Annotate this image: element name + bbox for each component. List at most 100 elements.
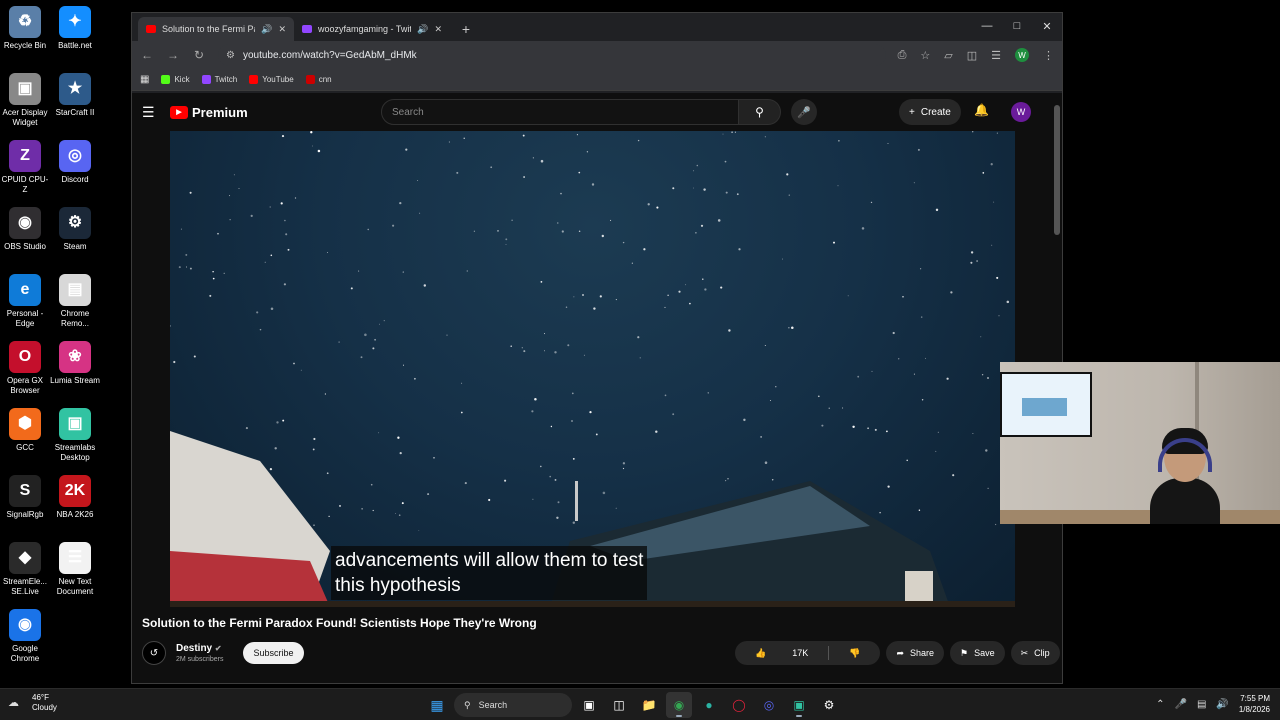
- create-button[interactable]: + Create: [899, 99, 961, 125]
- app-icon: 2K: [59, 475, 91, 507]
- task-view-button[interactable]: ▣: [576, 692, 602, 718]
- share-button[interactable]: ➦ Share: [886, 641, 945, 665]
- desktop-icon-signalrgb[interactable]: S SignalRgb: [0, 475, 50, 520]
- scrollbar-thumb[interactable]: [1054, 105, 1060, 235]
- desktop-icon-gcc[interactable]: ⬢ GCC: [0, 408, 50, 453]
- streamlabs-taskbar-button[interactable]: ▣: [786, 692, 812, 718]
- forward-arrow-icon[interactable]: →: [166, 48, 180, 62]
- media-control-icon[interactable]: ☰: [991, 49, 1001, 62]
- tab-twitch[interactable]: woozyfamgaming - Twitch 🔊 ✕: [294, 17, 450, 41]
- search-input[interactable]: Search: [381, 99, 739, 125]
- star: [539, 465, 542, 468]
- maximize-icon[interactable]: □: [1002, 13, 1032, 39]
- star: [952, 474, 955, 477]
- desktop-icon-battle-net[interactable]: ✦ Battle.net: [50, 6, 100, 51]
- network-icon[interactable]: ▤: [1197, 699, 1206, 710]
- voice-search-button[interactable]: 🎤: [791, 99, 817, 125]
- star: [913, 182, 915, 184]
- close-tab-icon[interactable]: ✕: [434, 24, 442, 35]
- site-info-icon[interactable]: ⚙: [226, 50, 235, 61]
- speaker-icon[interactable]: 🔊: [261, 24, 272, 35]
- channel-name[interactable]: Destiny ✔: [176, 643, 223, 654]
- app-icon: ★: [59, 73, 91, 105]
- close-window-icon[interactable]: ✕: [1032, 13, 1062, 39]
- tab-youtube[interactable]: Solution to the Fermi Parad 🔊 ✕: [138, 17, 294, 41]
- search-button[interactable]: ⚲: [739, 99, 781, 125]
- star: [996, 132, 998, 134]
- desktop-icon-new-text-document[interactable]: ☰ New Text Document: [50, 542, 100, 597]
- weather-widget[interactable]: ☁ 46°F Cloudy: [8, 693, 57, 713]
- star: [578, 230, 581, 233]
- file-explorer-button[interactable]: 📁: [636, 692, 662, 718]
- back-arrow-icon[interactable]: ←: [140, 48, 154, 62]
- plus-icon: +: [909, 106, 915, 118]
- desktop-icon-google-chrome[interactable]: ◉ Google Chrome: [0, 609, 50, 664]
- star: [550, 425, 553, 428]
- taskbar-search[interactable]: ⚲ Search: [454, 693, 572, 717]
- obs-taskbar-button[interactable]: ⚙: [816, 692, 842, 718]
- show-hidden-icons-chevron-icon[interactable]: ⌃: [1156, 699, 1164, 710]
- desktop-icon-label: NBA 2K26: [56, 510, 94, 519]
- desktop-icon-personal-edge[interactable]: e Personal - Edge: [0, 274, 50, 329]
- edge-taskbar-button[interactable]: ●: [696, 692, 722, 718]
- star: [622, 467, 625, 470]
- star: [672, 187, 675, 190]
- floor: [1000, 510, 1280, 524]
- star: [523, 176, 526, 178]
- bookmark-kick[interactable]: Kick: [161, 75, 190, 84]
- like-button[interactable]: 👍 17K: [735, 641, 828, 665]
- bookmark-star-icon[interactable]: ☆: [920, 49, 930, 62]
- subscribe-button[interactable]: Subscribe: [243, 642, 304, 664]
- dislike-button[interactable]: 👎: [829, 641, 880, 665]
- star: [722, 133, 724, 135]
- widgets-button[interactable]: ◫: [606, 692, 632, 718]
- menu-kebab-icon[interactable]: ⋮: [1043, 49, 1054, 62]
- clip-button[interactable]: ✂ Clip: [1010, 641, 1060, 665]
- bookmark-twitch[interactable]: Twitch: [201, 75, 237, 84]
- hamburger-menu-icon[interactable]: ☰: [142, 104, 170, 121]
- desktop-icon-steam[interactable]: ⚙ Steam: [50, 207, 100, 252]
- speaker-icon[interactable]: 🔊: [417, 24, 428, 35]
- desktop-icon-nba-2k26[interactable]: 2K NBA 2K26: [50, 475, 100, 520]
- search-placeholder: Search: [392, 106, 424, 118]
- youtube-logo[interactable]: ▶ Premium: [170, 105, 248, 120]
- start-button[interactable]: ▦: [424, 692, 450, 718]
- notifications-bell-icon[interactable]: 🔔: [974, 103, 989, 117]
- desktop-icon-acer-display-widget[interactable]: ▣ Acer Display Widget: [0, 73, 50, 128]
- close-tab-icon[interactable]: ✕: [278, 24, 286, 35]
- chrome-taskbar-button[interactable]: ◉: [666, 692, 692, 718]
- desktop-icon-starcraft-ii[interactable]: ★ StarCraft II: [50, 73, 100, 118]
- discord-taskbar-button[interactable]: ◎: [756, 692, 782, 718]
- desktop-icon-obs-studio[interactable]: ◉ OBS Studio: [0, 207, 50, 252]
- desktop-icon-lumia-stream[interactable]: ❀ Lumia Stream: [50, 341, 100, 386]
- clock[interactable]: 7:55 PM 1/8/2026: [1239, 693, 1270, 715]
- address-bar[interactable]: ⚙ youtube.com/watch?v=GedAbM_dHMk: [218, 44, 886, 66]
- desktop-icon-chrome-remo[interactable]: ▤ Chrome Remo...: [50, 274, 100, 329]
- bookmark-youtube[interactable]: YouTube: [249, 75, 294, 84]
- desktop-icon-discord[interactable]: ◎ Discord: [50, 140, 100, 185]
- desktop-icon-recycle-bin[interactable]: ♻ Recycle Bin: [0, 6, 50, 51]
- volume-icon[interactable]: 🔊: [1216, 699, 1228, 710]
- profile-avatar[interactable]: W: [1015, 48, 1029, 62]
- star: [399, 201, 402, 205]
- video-player[interactable]: advancements will allow them to test thi…: [170, 131, 1015, 607]
- minimize-icon[interactable]: —: [972, 13, 1002, 39]
- desktop-icon-streamlabs-desktop[interactable]: ▣ Streamlabs Desktop: [50, 408, 100, 463]
- desktop-icon-cpuid-cpu-z[interactable]: Z CPUID CPU-Z: [0, 140, 50, 195]
- apps-grid-icon[interactable]: ▦: [140, 74, 149, 85]
- cast-icon[interactable]: ⎙: [898, 49, 907, 62]
- bookmark-cnn[interactable]: cnn: [305, 75, 332, 84]
- desktop-icon-opera-gx-browser[interactable]: O Opera GX Browser: [0, 341, 50, 396]
- microphone-icon[interactable]: 🎤: [1175, 699, 1187, 710]
- desktop-icon-streamele-se-live[interactable]: ◆ StreamEle... SE.Live: [0, 542, 50, 597]
- opera-taskbar-button[interactable]: ◯: [726, 692, 752, 718]
- reload-icon[interactable]: ↻: [192, 48, 206, 62]
- account-avatar[interactable]: W: [1011, 102, 1031, 122]
- extensions-icon[interactable]: ▱: [944, 49, 952, 62]
- save-button[interactable]: ⚑ Save: [950, 641, 1005, 665]
- channel-avatar[interactable]: ↺: [142, 641, 166, 665]
- new-tab-button[interactable]: +: [456, 19, 476, 39]
- star: [554, 351, 557, 354]
- star: [399, 451, 402, 455]
- side-panel-icon[interactable]: ◫: [967, 49, 977, 62]
